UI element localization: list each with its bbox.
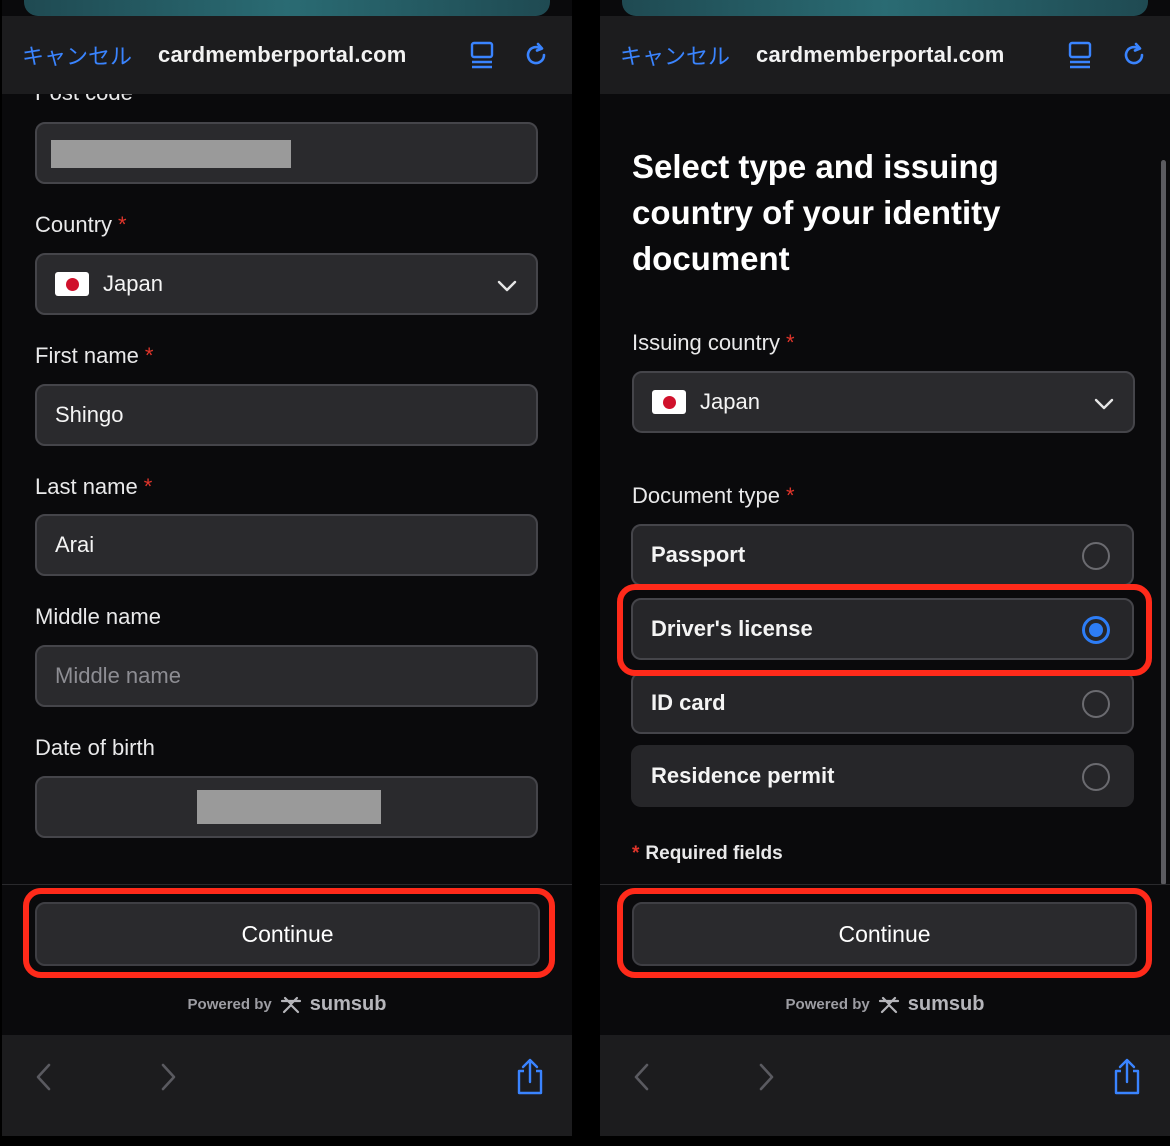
japan-flag-icon bbox=[55, 272, 89, 296]
browser-address-bar: キャンセル cardmemberportal.com bbox=[600, 16, 1170, 94]
powered-by: Powered by sumsub bbox=[600, 993, 1170, 1016]
form-footer: Continue Powered by sumsub bbox=[600, 884, 1170, 1034]
post-code-label: Post code* bbox=[35, 94, 147, 106]
powered-by-text: Powered by bbox=[187, 996, 272, 1013]
dob-label: Date of birth bbox=[35, 735, 155, 760]
radio-unchecked[interactable] bbox=[1082, 763, 1110, 791]
personal-info-form: Post code* Country* Japan First name* Sh… bbox=[2, 94, 572, 886]
chevron-down-icon bbox=[1094, 398, 1114, 410]
form-footer: Continue Powered by sumsub bbox=[2, 884, 572, 1034]
option-label: Residence permit bbox=[651, 763, 835, 788]
powered-by: Powered by sumsub bbox=[2, 993, 572, 1016]
radio-unchecked[interactable] bbox=[1082, 690, 1110, 718]
issuing-country-select[interactable]: Japan bbox=[632, 371, 1135, 433]
scrollbar[interactable] bbox=[1161, 160, 1166, 885]
browser-toolbar bbox=[600, 1035, 1170, 1136]
dob-input[interactable] bbox=[35, 776, 538, 838]
reader-icon[interactable] bbox=[466, 39, 498, 71]
back-icon[interactable] bbox=[24, 1057, 64, 1097]
middle-name-input[interactable]: Middle name bbox=[35, 645, 538, 707]
issuing-country-label: Issuing country * bbox=[632, 330, 795, 355]
left-phone-screen: キャンセル cardmemberportal.com Post code* Co… bbox=[2, 0, 572, 1136]
url-text[interactable]: cardmemberportal.com bbox=[158, 42, 444, 68]
redacted-block bbox=[51, 140, 291, 168]
post-code-input[interactable] bbox=[35, 122, 538, 184]
sumsub-logo-icon bbox=[280, 996, 301, 1013]
status-bar bbox=[24, 0, 550, 16]
cancel-button[interactable]: キャンセル bbox=[620, 39, 730, 71]
share-icon[interactable] bbox=[1107, 1057, 1147, 1097]
powered-by-text: Powered by bbox=[785, 996, 870, 1013]
reader-icon[interactable] bbox=[1064, 39, 1096, 71]
reload-icon[interactable] bbox=[1118, 39, 1150, 71]
option-drivers-license[interactable]: Driver's license bbox=[631, 598, 1134, 660]
sumsub-brand: sumsub bbox=[309, 993, 387, 1015]
status-bar bbox=[622, 0, 1148, 16]
continue-button[interactable]: Continue bbox=[35, 902, 540, 966]
cancel-button[interactable]: キャンセル bbox=[22, 39, 132, 71]
country-value: Japan bbox=[103, 271, 163, 296]
middle-name-placeholder: Middle name bbox=[55, 663, 181, 688]
first-name-input[interactable]: Shingo bbox=[35, 384, 538, 446]
option-label: Passport bbox=[651, 542, 746, 567]
continue-button[interactable]: Continue bbox=[632, 902, 1137, 966]
last-name-label: Last name * bbox=[35, 474, 153, 499]
page-title: Select type and issuing country of your … bbox=[632, 148, 1001, 277]
chevron-down-icon bbox=[497, 280, 517, 292]
option-label: ID card bbox=[651, 690, 726, 715]
url-text[interactable]: cardmemberportal.com bbox=[756, 42, 1042, 68]
country-label: Country * bbox=[35, 212, 127, 237]
sumsub-brand: sumsub bbox=[907, 993, 985, 1015]
redacted-block bbox=[197, 790, 381, 824]
first-name-label: First name * bbox=[35, 343, 154, 368]
forward-icon[interactable] bbox=[148, 1057, 188, 1097]
first-name-value: Shingo bbox=[55, 402, 124, 427]
option-residence-permit[interactable]: Residence permit bbox=[631, 745, 1134, 807]
browser-toolbar bbox=[2, 1035, 572, 1136]
document-type-label: Document type * bbox=[632, 483, 795, 508]
middle-name-label: Middle name bbox=[35, 604, 161, 629]
option-passport[interactable]: Passport bbox=[631, 524, 1134, 586]
required-fields-note: * Required fields bbox=[632, 843, 783, 864]
share-icon[interactable] bbox=[510, 1057, 550, 1097]
country-select[interactable]: Japan bbox=[35, 253, 538, 315]
last-name-value: Arai bbox=[55, 532, 95, 557]
issuing-country-value: Japan bbox=[700, 389, 760, 414]
document-selection-form: Select type and issuing country of your … bbox=[600, 94, 1170, 886]
last-name-input[interactable]: Arai bbox=[35, 514, 538, 576]
radio-checked[interactable] bbox=[1082, 616, 1110, 644]
radio-unchecked[interactable] bbox=[1082, 542, 1110, 570]
back-icon[interactable] bbox=[622, 1057, 662, 1097]
browser-address-bar: キャンセル cardmemberportal.com bbox=[2, 16, 572, 94]
right-phone-screen: キャンセル cardmemberportal.com Select type a… bbox=[600, 0, 1170, 1136]
forward-icon[interactable] bbox=[746, 1057, 786, 1097]
option-id-card[interactable]: ID card bbox=[631, 672, 1134, 734]
japan-flag-icon bbox=[652, 390, 686, 414]
reload-icon[interactable] bbox=[520, 39, 552, 71]
sumsub-logo-icon bbox=[878, 996, 899, 1013]
option-label: Driver's license bbox=[651, 616, 813, 641]
